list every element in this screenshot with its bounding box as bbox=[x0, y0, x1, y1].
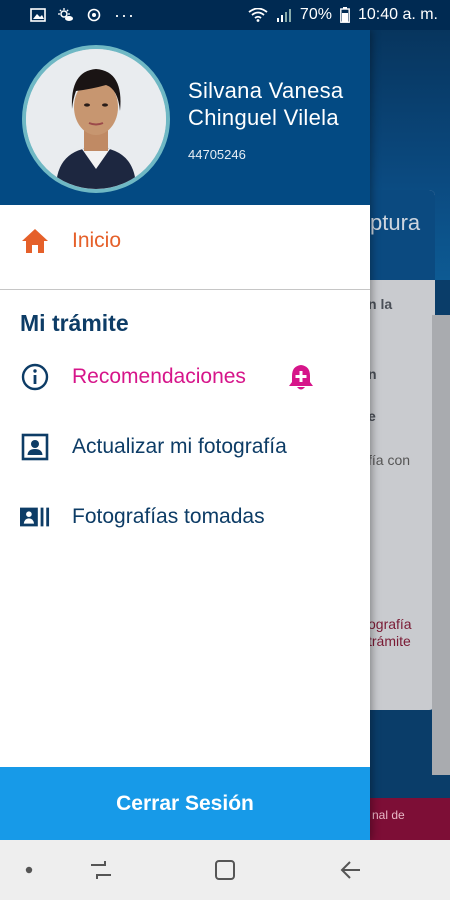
user-id: 44705246 bbox=[188, 147, 246, 162]
signal-icon bbox=[276, 9, 291, 22]
navigation-drawer: Silvana Vanesa Chinguel Vilela 44705246 … bbox=[0, 30, 370, 840]
wifi-icon bbox=[248, 8, 268, 22]
home-icon bbox=[20, 226, 50, 256]
background-text: fía con bbox=[368, 452, 411, 468]
gallery-icon bbox=[20, 502, 50, 532]
menu-item-label: Inicio bbox=[72, 229, 122, 252]
notification-bell-icon bbox=[286, 362, 316, 392]
battery-icon bbox=[340, 7, 350, 23]
back-arrow-icon bbox=[340, 861, 360, 879]
menu-item-label: Recomendaciones bbox=[72, 365, 246, 388]
avatar bbox=[22, 45, 170, 193]
menu-item-label: Actualizar mi fotografía bbox=[72, 435, 287, 458]
recent-apps-icon bbox=[91, 861, 111, 879]
logout-button[interactable]: Cerrar Sesión bbox=[0, 767, 370, 840]
info-icon bbox=[20, 362, 50, 392]
back-button[interactable] bbox=[336, 856, 366, 884]
recent-apps-button[interactable] bbox=[86, 856, 116, 884]
weather-notification-icon bbox=[58, 8, 73, 21]
status-bar: ··· 70% 10:40 a. m. bbox=[0, 0, 450, 30]
more-notifications-indicator: ··· bbox=[114, 4, 135, 25]
image-notification-icon bbox=[30, 8, 46, 22]
section-title: Mi trámite bbox=[20, 310, 129, 336]
sync-notification-icon bbox=[87, 8, 101, 22]
clock: 10:40 a. m. bbox=[357, 6, 438, 23]
background-text: trámite bbox=[368, 633, 411, 649]
background-text: ografía bbox=[368, 616, 412, 632]
home-square-icon bbox=[215, 860, 235, 880]
menu-item-label: Fotografías tomadas bbox=[72, 505, 265, 528]
user-name: Silvana Vanesa Chinguel Vilela bbox=[188, 77, 343, 131]
dot-icon bbox=[25, 866, 33, 874]
battery-percentage: 70% bbox=[299, 6, 332, 23]
profile-photo bbox=[26, 49, 166, 189]
home-button[interactable] bbox=[210, 856, 240, 884]
menu-item-inicio[interactable]: Inicio bbox=[0, 216, 370, 266]
system-navigation-bar bbox=[0, 840, 450, 900]
user-name-line2: Chinguel Vilela bbox=[188, 105, 339, 130]
divider bbox=[0, 289, 370, 290]
menu-item-recomendaciones[interactable]: Recomendaciones bbox=[0, 352, 370, 402]
user-name-line1: Silvana Vanesa bbox=[188, 78, 344, 103]
background-text: n la bbox=[368, 296, 393, 312]
menu-item-actualizar-fotografia[interactable]: Actualizar mi fotografía bbox=[0, 422, 370, 472]
background-edge bbox=[432, 315, 450, 775]
nav-dot-button[interactable] bbox=[24, 865, 34, 875]
menu-item-fotografias-tomadas[interactable]: Fotografías tomadas bbox=[0, 492, 370, 542]
drawer-header: Silvana Vanesa Chinguel Vilela 44705246 bbox=[0, 30, 370, 205]
portrait-icon bbox=[20, 432, 50, 462]
